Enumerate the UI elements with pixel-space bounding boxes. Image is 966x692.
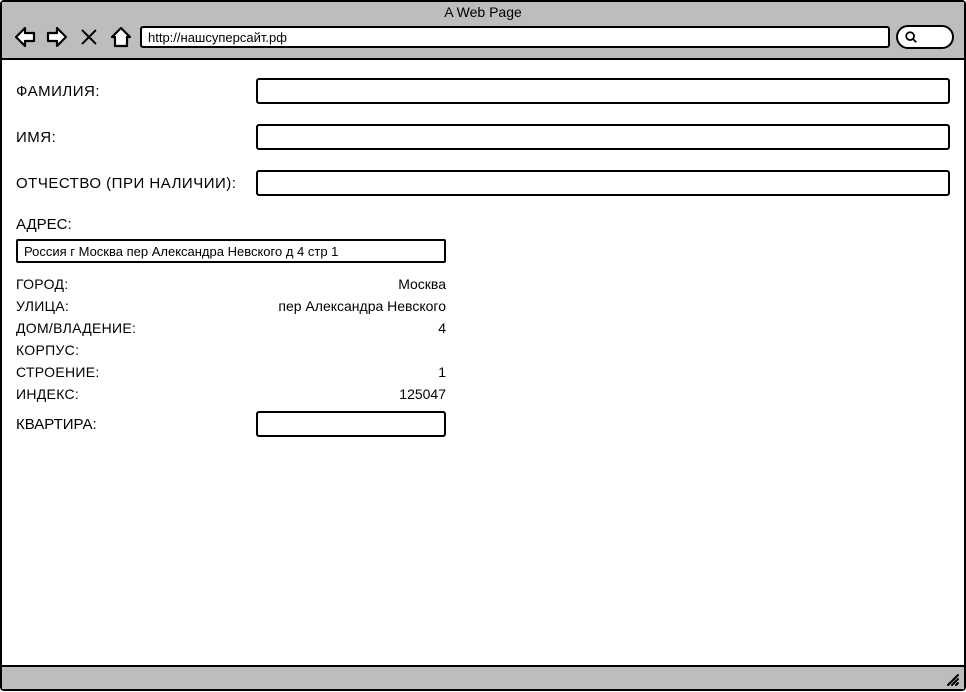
search-button[interactable] <box>896 25 954 49</box>
resize-grip-icon[interactable] <box>944 671 960 687</box>
patronymic-input[interactable] <box>256 170 950 196</box>
detail-row-index: ИНДЕКС: 125047 <box>16 383 446 405</box>
detail-row-building: СТРОЕНИЕ: 1 <box>16 361 446 383</box>
house-value: 4 <box>438 320 446 336</box>
browser-toolbar <box>2 20 964 58</box>
city-value: Москва <box>398 276 446 292</box>
url-input[interactable] <box>140 26 890 48</box>
house-label: ДОМ/ВЛАДЕНИЕ: <box>16 320 136 336</box>
stop-icon[interactable] <box>76 24 102 50</box>
street-value: пер Александра Невского <box>278 298 446 314</box>
home-icon[interactable] <box>108 24 134 50</box>
address-section-label: АДРЕС: <box>16 216 950 233</box>
street-label: УЛИЦА: <box>16 298 69 314</box>
page-content: ФАМИЛИЯ: ИМЯ: ОТЧЕСТВО (ПРИ НАЛИЧИИ): АД… <box>2 60 964 665</box>
building-value: 1 <box>438 364 446 380</box>
surname-label: ФАМИЛИЯ: <box>16 83 256 100</box>
firstname-label: ИМЯ: <box>16 129 256 146</box>
address-details: ГОРОД: Москва УЛИЦА: пер Александра Невс… <box>16 273 446 405</box>
detail-row-street: УЛИЦА: пер Александра Невского <box>16 295 446 317</box>
index-value: 125047 <box>399 386 446 402</box>
detail-row-city: ГОРОД: Москва <box>16 273 446 295</box>
firstname-input[interactable] <box>256 124 950 150</box>
patronymic-label: ОТЧЕСТВО (ПРИ НАЛИЧИИ): <box>16 175 256 192</box>
building-label: СТРОЕНИЕ: <box>16 364 100 380</box>
korpus-label: КОРПУС: <box>16 342 79 358</box>
address-input[interactable] <box>16 239 446 263</box>
city-label: ГОРОД: <box>16 276 68 292</box>
surname-input[interactable] <box>256 78 950 104</box>
browser-window: A Web Page ФАМИ <box>0 0 966 691</box>
browser-titlebar: A Web Page <box>2 2 964 60</box>
window-title: A Web Page <box>2 2 964 20</box>
apartment-input[interactable] <box>256 411 446 437</box>
forward-icon[interactable] <box>44 24 70 50</box>
detail-row-korpus: КОРПУС: <box>16 339 446 361</box>
apartment-label: КВАРТИРА: <box>16 416 256 433</box>
detail-row-house: ДОМ/ВЛАДЕНИЕ: 4 <box>16 317 446 339</box>
back-icon[interactable] <box>12 24 38 50</box>
statusbar <box>2 665 964 689</box>
index-label: ИНДЕКС: <box>16 386 79 402</box>
